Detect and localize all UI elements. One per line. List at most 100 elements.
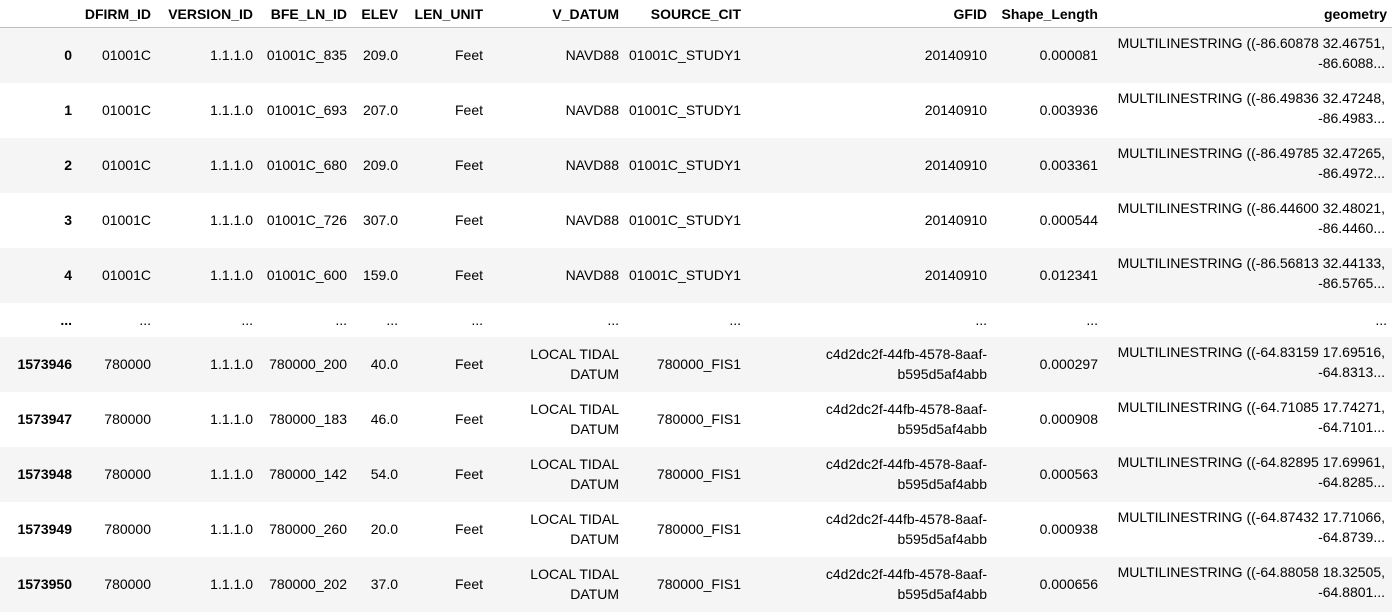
cell-version-id: 1.1.1.0 <box>210 521 253 537</box>
cell-v-datum: NAVD88 <box>565 47 619 64</box>
cell-elev: 40.0 <box>370 356 398 372</box>
cell-elev: 307.0 <box>362 212 398 228</box>
cell-len-unit: Feet <box>454 466 483 482</box>
cell-source-cit: 780000_FIS1 <box>656 576 741 592</box>
table-row: 2 01001C 1.1.1.0 01001C_680 209.0 Feet NAVD88 0… <box>0 137 1392 193</box>
header-source-cit: SOURCE_CIT <box>624 0 746 28</box>
table-row: 1573947 780000 1.1.1.0 780000_183 46.0 Feet LO… <box>0 391 1392 447</box>
header-gfid: GFID <box>746 0 992 28</box>
cell-bfe-ln-id: 780000_183 <box>269 411 347 427</box>
cell-bfe-ln-id: ... <box>335 311 347 328</box>
cell-dfirm-id: 01001C <box>101 47 151 64</box>
cell-source-cit: 780000_FIS1 <box>656 411 741 427</box>
cell-geometry: MULTILINESTRING ((-86.60878 32.46751, -8… <box>1117 35 1385 71</box>
cell-dfirm-id: 01001C <box>101 212 151 228</box>
cell-geometry: MULTILINESTRING ((-64.88058 18.32505, -6… <box>1117 563 1385 600</box>
cell-len-unit: Feet <box>454 212 483 228</box>
table-header: DFIRM_ID VERSION_ID BFE_LN_ID ELEV LEN_U… <box>0 0 1392 28</box>
table-body: 0 01001C 1.1.1.0 01001C_835 209.0 Feet NAVD88 0… <box>0 27 1392 612</box>
cell-source-cit: 01001C_STUDY1 <box>629 267 742 283</box>
row-index: 0 <box>64 47 72 64</box>
table-row: 1573948 780000 1.1.1.0 780000_142 54.0 Feet LO… <box>0 446 1392 502</box>
cell-elev: ... <box>386 311 398 328</box>
cell-geometry: MULTILINESTRING ((-86.49836 32.47248, -8… <box>1117 89 1385 126</box>
cell-elev: 37.0 <box>370 576 398 592</box>
dataframe-table: DFIRM_ID VERSION_ID BFE_LN_ID ELEV LEN_U… <box>0 0 1392 612</box>
cell-gfid: ... <box>975 311 987 328</box>
header-row: DFIRM_ID VERSION_ID BFE_LN_ID ELEV LEN_U… <box>0 0 1392 28</box>
cell-shape-length: 0.000938 <box>1039 521 1098 537</box>
table-row: 1 01001C 1.1.1.0 01001C_693 207.0 Feet NAVD88 0… <box>0 82 1392 138</box>
cell-source-cit: 01001C_STUDY1 <box>629 102 742 118</box>
cell-dfirm-id: 780000 <box>104 356 151 372</box>
table-row: 0 01001C 1.1.1.0 01001C_835 209.0 Feet NAVD88 0… <box>0 27 1392 83</box>
cell-bfe-ln-id: 01001C_693 <box>266 102 347 118</box>
cell-version-id: 1.1.1.0 <box>210 356 253 372</box>
header-version-id: VERSION_ID <box>156 0 258 28</box>
cell-len-unit: ... <box>471 311 483 328</box>
table-row: 1573950 780000 1.1.1.0 780000_202 37.0 Feet LO… <box>0 556 1392 612</box>
cell-version-id: 1.1.1.0 <box>210 411 253 427</box>
cell-shape-length: 0.000656 <box>1039 576 1098 592</box>
cell-shape-length: 0.000544 <box>1039 212 1098 228</box>
header-bfe-ln-id: BFE_LN_ID <box>258 0 352 28</box>
table-row: 4 01001C 1.1.1.0 01001C_600 159.0 Feet NAVD88 0… <box>0 247 1392 303</box>
cell-gfid: 20140910 <box>924 157 987 173</box>
cell-source-cit: 780000_FIS1 <box>656 521 741 537</box>
cell-shape-length: ... <box>1086 311 1098 328</box>
cell-gfid: 20140910 <box>924 102 987 118</box>
row-index: 2 <box>64 157 72 173</box>
header-geometry: geometry <box>1103 0 1392 28</box>
table-row: 1573949 780000 1.1.1.0 780000_260 20.0 Feet LO… <box>0 501 1392 557</box>
header-elev: ELEV <box>352 0 403 28</box>
row-index: 1573949 <box>17 521 72 537</box>
cell-bfe-ln-id: 780000_200 <box>269 356 347 372</box>
cell-gfid: c4d2dc2f-44fb-4578-8aaf-b595d5af4abb <box>825 511 987 547</box>
cell-geometry: MULTILINESTRING ((-86.44600 32.48021, -8… <box>1117 199 1385 236</box>
cell-version-id: 1.1.1.0 <box>210 212 253 228</box>
header-index <box>0 0 77 28</box>
cell-gfid: 20140910 <box>924 47 987 64</box>
cell-geometry: MULTILINESTRING ((-86.56813 32.44133, -8… <box>1117 254 1385 291</box>
cell-version-id: 1.1.1.0 <box>210 576 253 592</box>
cell-gfid: c4d2dc2f-44fb-4578-8aaf-b595d5af4abb <box>825 456 987 492</box>
row-index: 1573946 <box>17 356 72 372</box>
cell-shape-length: 0.003936 <box>1039 102 1098 118</box>
cell-elev: 209.0 <box>362 47 398 64</box>
cell-v-datum: LOCAL TIDAL DATUM <box>530 346 619 382</box>
header-shape-length: Shape_Length <box>992 0 1103 28</box>
cell-gfid: 20140910 <box>924 267 987 283</box>
cell-geometry: MULTILINESTRING ((-64.82895 17.69961, -6… <box>1117 453 1385 490</box>
cell-dfirm-id: ... <box>139 311 151 328</box>
cell-version-id: 1.1.1.0 <box>210 466 253 482</box>
cell-v-datum: NAVD88 <box>565 212 619 228</box>
cell-dfirm-id: 780000 <box>104 576 151 592</box>
row-index: 3 <box>64 212 72 228</box>
cell-v-datum: LOCAL TIDAL DATUM <box>530 456 619 492</box>
cell-source-cit: 780000_FIS1 <box>656 356 741 372</box>
cell-version-id: 1.1.1.0 <box>210 157 253 173</box>
row-index: ... <box>60 311 72 328</box>
cell-version-id: 1.1.1.0 <box>210 47 253 64</box>
cell-geometry: ... <box>1375 311 1387 328</box>
row-index: 1573947 <box>17 411 72 427</box>
cell-source-cit: 780000_FIS1 <box>656 466 741 482</box>
cell-len-unit: Feet <box>454 356 483 372</box>
cell-dfirm-id: 780000 <box>104 411 151 427</box>
cell-geometry: MULTILINESTRING ((-64.71085 17.74271, -6… <box>1117 398 1385 435</box>
cell-v-datum: ... <box>607 311 619 328</box>
row-index: 1573948 <box>17 466 72 482</box>
cell-len-unit: Feet <box>454 576 483 592</box>
cell-gfid: c4d2dc2f-44fb-4578-8aaf-b595d5af4abb <box>825 401 987 437</box>
cell-shape-length: 0.000081 <box>1039 47 1098 64</box>
cell-bfe-ln-id: 780000_202 <box>269 576 347 592</box>
table-row: 3 01001C 1.1.1.0 01001C_726 307.0 Feet NAVD88 0… <box>0 192 1392 248</box>
cell-v-datum: NAVD88 <box>565 102 619 118</box>
header-len-unit: LEN_UNIT <box>403 0 488 28</box>
cell-dfirm-id: 01001C <box>101 157 151 173</box>
cell-geometry: MULTILINESTRING ((-64.83159 17.69516, -6… <box>1117 343 1385 380</box>
cell-elev: 207.0 <box>362 102 398 118</box>
cell-elev: 20.0 <box>370 521 398 537</box>
cell-elev: 46.0 <box>370 411 398 427</box>
cell-len-unit: Feet <box>454 267 483 283</box>
